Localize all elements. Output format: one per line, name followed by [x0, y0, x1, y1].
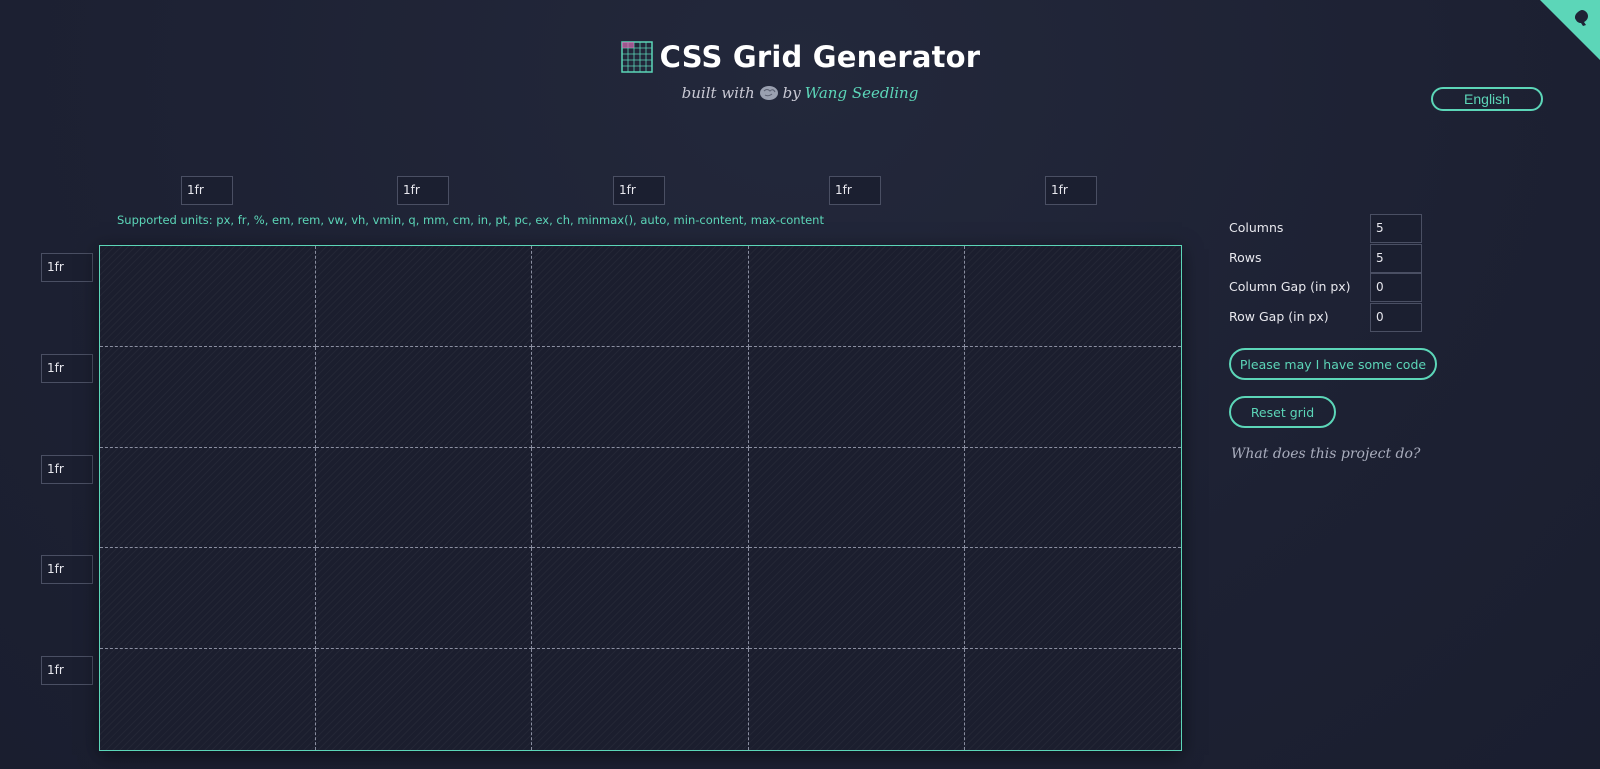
grid-cell[interactable]: [532, 548, 749, 650]
grid-cell[interactable]: [964, 448, 1181, 549]
rows-count-input[interactable]: 5: [1370, 244, 1422, 273]
grid-cell[interactable]: [532, 346, 749, 448]
column-gap-label: Column Gap (in px): [1229, 279, 1351, 294]
row-size-input-4[interactable]: 1fr: [41, 555, 93, 584]
grid-cell[interactable]: [532, 246, 749, 347]
page-header: CSS Grid Generator built with by Wang Se…: [0, 40, 1600, 102]
author-link[interactable]: Wang Seedling: [805, 84, 919, 102]
grid-cell[interactable]: [316, 649, 533, 750]
row-gap-label: Row Gap (in px): [1229, 309, 1329, 324]
column-size-input-5[interactable]: 1fr: [1045, 176, 1097, 205]
grid-cell[interactable]: [100, 649, 317, 750]
columns-label: Columns: [1229, 220, 1284, 235]
grid-cell[interactable]: [749, 649, 965, 750]
rows-label: Rows: [1229, 250, 1262, 265]
row-size-input-1[interactable]: 1fr: [41, 253, 93, 282]
grid-cell[interactable]: [532, 447, 749, 549]
grid-icon: [620, 41, 653, 73]
grid-cell[interactable]: [532, 649, 749, 750]
grid-cell[interactable]: [316, 447, 533, 549]
subtitle: built with by Wang Seedling: [0, 84, 1600, 102]
grid-cell[interactable]: [316, 548, 533, 650]
supported-units-note: Supported units: px, fr, %, em, rem, vw,…: [117, 213, 824, 227]
row-size-input-5[interactable]: 1fr: [41, 656, 93, 685]
grid-canvas[interactable]: [99, 245, 1182, 751]
grid-cell[interactable]: [748, 548, 965, 650]
grid-cell[interactable]: [965, 649, 1181, 750]
grid-cell[interactable]: [100, 447, 317, 549]
columns-count-input[interactable]: 5: [1370, 214, 1422, 243]
grid-cell[interactable]: [748, 246, 965, 347]
grid-cell[interactable]: [316, 346, 533, 448]
grid-cell[interactable]: [100, 346, 317, 448]
language-select-button[interactable]: English: [1431, 87, 1543, 111]
row-size-input-3[interactable]: 1fr: [41, 455, 93, 484]
row-gap-input[interactable]: 0: [1370, 303, 1422, 332]
title-row: CSS Grid Generator: [620, 40, 981, 74]
column-size-input-4[interactable]: 1fr: [829, 176, 881, 205]
grid-cell[interactable]: [100, 246, 317, 347]
grid-cell[interactable]: [316, 246, 533, 347]
row-size-input-2[interactable]: 1fr: [41, 354, 93, 383]
brain-icon: [759, 86, 778, 100]
page-title: CSS Grid Generator: [659, 40, 981, 74]
get-code-button[interactable]: Please may I have some code: [1229, 348, 1437, 380]
column-size-input-1[interactable]: 1fr: [181, 176, 233, 205]
column-size-input-3[interactable]: 1fr: [613, 176, 665, 205]
subtitle-prefix: built with: [681, 84, 755, 102]
about-project-link[interactable]: What does this project do?: [1231, 446, 1420, 462]
grid-cell[interactable]: [100, 548, 317, 650]
column-gap-input[interactable]: 0: [1370, 273, 1422, 302]
grid-cell[interactable]: [964, 246, 1181, 347]
reset-grid-button[interactable]: Reset grid: [1229, 396, 1336, 428]
grid-cell[interactable]: [964, 548, 1181, 650]
grid-cell[interactable]: [748, 346, 965, 448]
grid-cell[interactable]: [748, 447, 965, 549]
grid-cell[interactable]: [964, 347, 1181, 448]
subtitle-by: by: [782, 84, 801, 102]
column-size-input-2[interactable]: 1fr: [397, 176, 449, 205]
